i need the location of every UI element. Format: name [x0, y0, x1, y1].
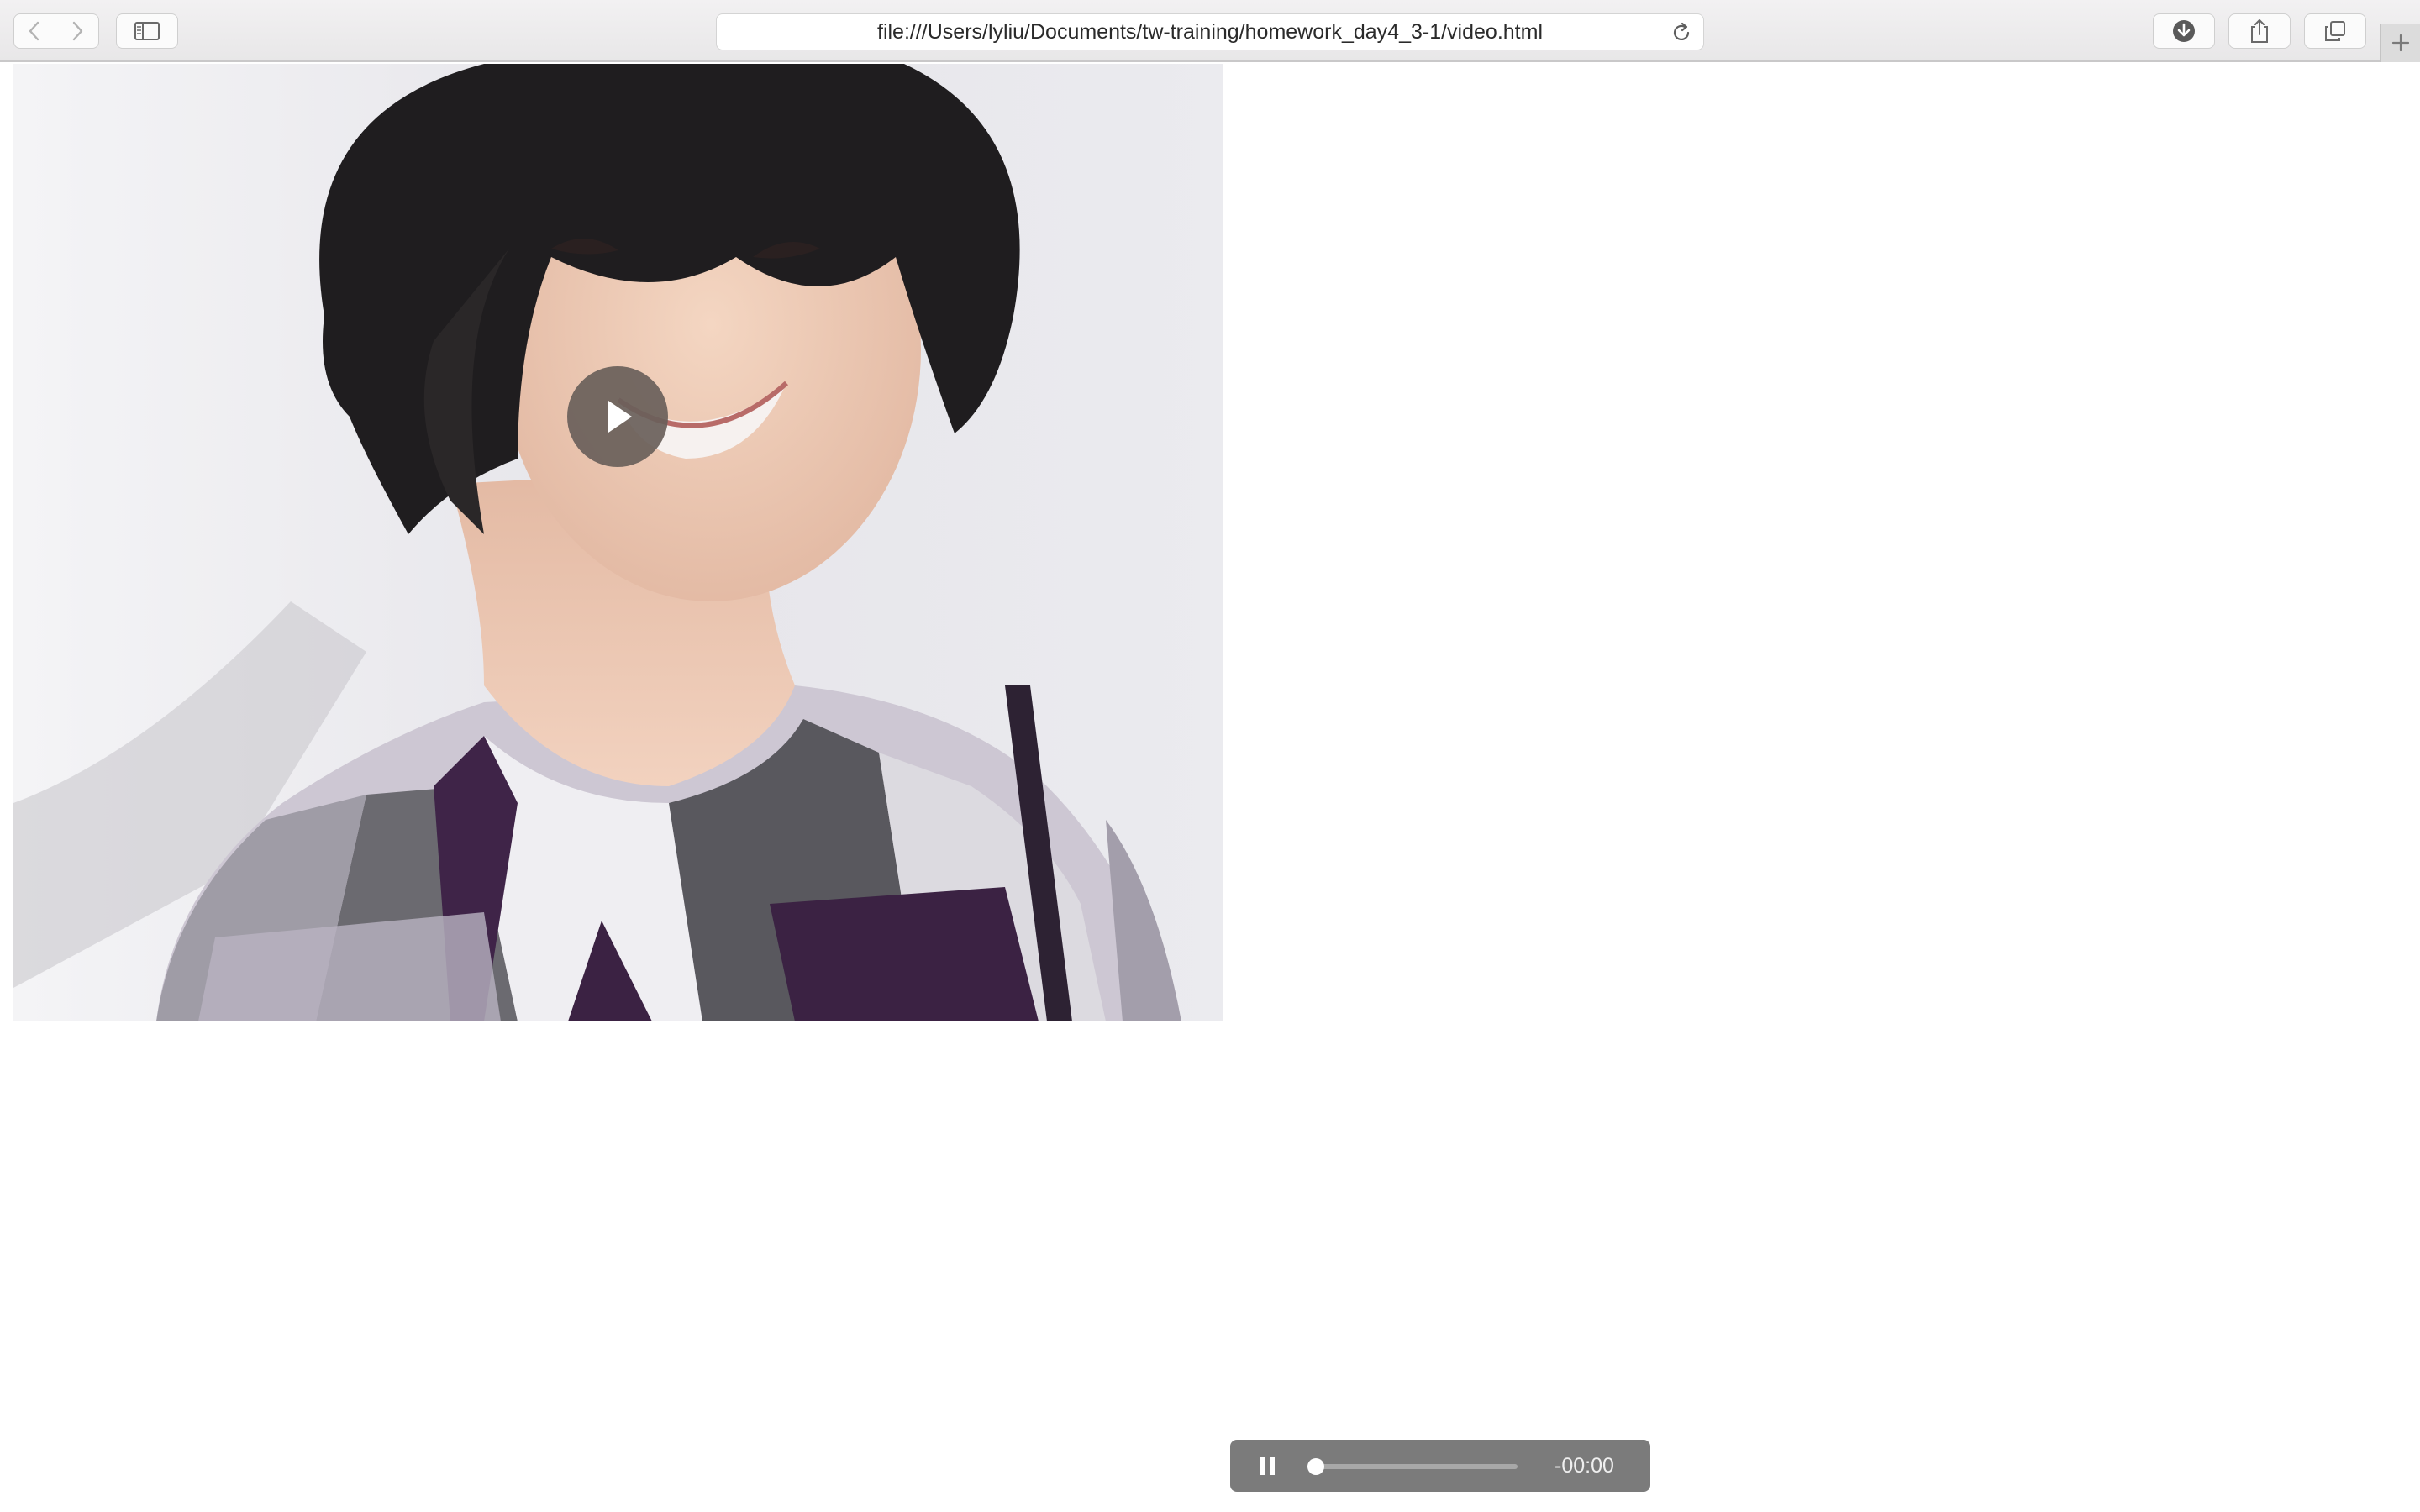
pause-icon[interactable] — [1255, 1454, 1279, 1478]
new-tab-button[interactable] — [2380, 24, 2420, 62]
sidebar-button[interactable] — [116, 13, 178, 49]
plus-icon — [2391, 34, 2409, 52]
tab-overview-icon — [2325, 21, 2345, 41]
address-bar[interactable]: file:///Users/lyliu/Documents/tw-trainin… — [716, 13, 1704, 50]
audio-player[interactable]: -00:00 — [1230, 1440, 1650, 1492]
url-text[interactable]: file:///Users/lyliu/Documents/tw-trainin… — [717, 14, 1703, 50]
audio-progress-knob[interactable] — [1307, 1458, 1324, 1475]
chevron-left-icon — [29, 21, 39, 41]
sidebar-icon — [134, 22, 160, 40]
share-button[interactable] — [2228, 13, 2291, 49]
reload-icon[interactable] — [1670, 21, 1693, 45]
video-poster — [13, 64, 1223, 1021]
tab-overview-button[interactable] — [2304, 13, 2366, 49]
play-button[interactable] — [567, 366, 668, 467]
audio-progress-track[interactable] — [1307, 1458, 1518, 1475]
browser-toolbar: file:///Users/lyliu/Documents/tw-trainin… — [0, 0, 2420, 62]
share-icon — [2251, 19, 2268, 43]
audio-time-remaining: -00:00 — [1555, 1454, 1614, 1478]
download-icon — [2173, 20, 2195, 42]
video-player[interactable] — [13, 64, 1223, 1021]
downloads-button[interactable] — [2153, 13, 2215, 49]
play-icon — [608, 401, 632, 433]
back-button[interactable] — [13, 13, 55, 49]
forward-button[interactable] — [55, 13, 99, 49]
chevron-right-icon — [72, 21, 82, 41]
